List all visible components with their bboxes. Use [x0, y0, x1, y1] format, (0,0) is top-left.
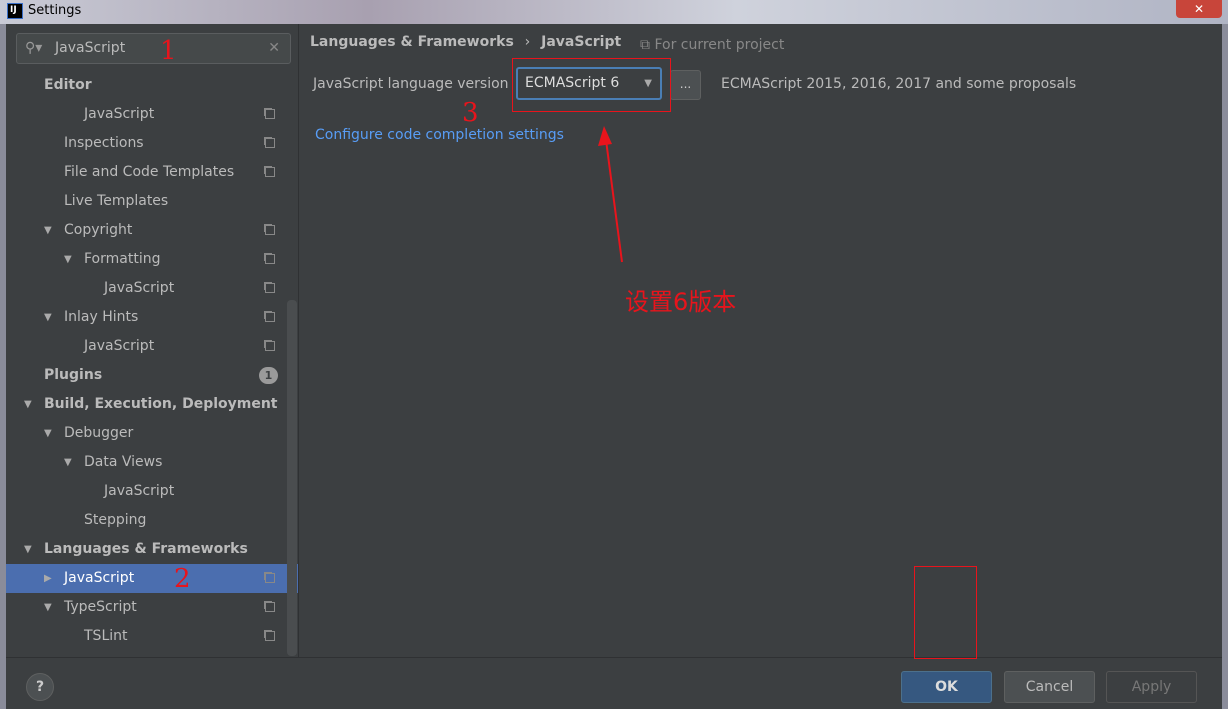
- annotation-arrow: [598, 126, 623, 263]
- annotation-note: 设置6版本: [625, 288, 737, 316]
